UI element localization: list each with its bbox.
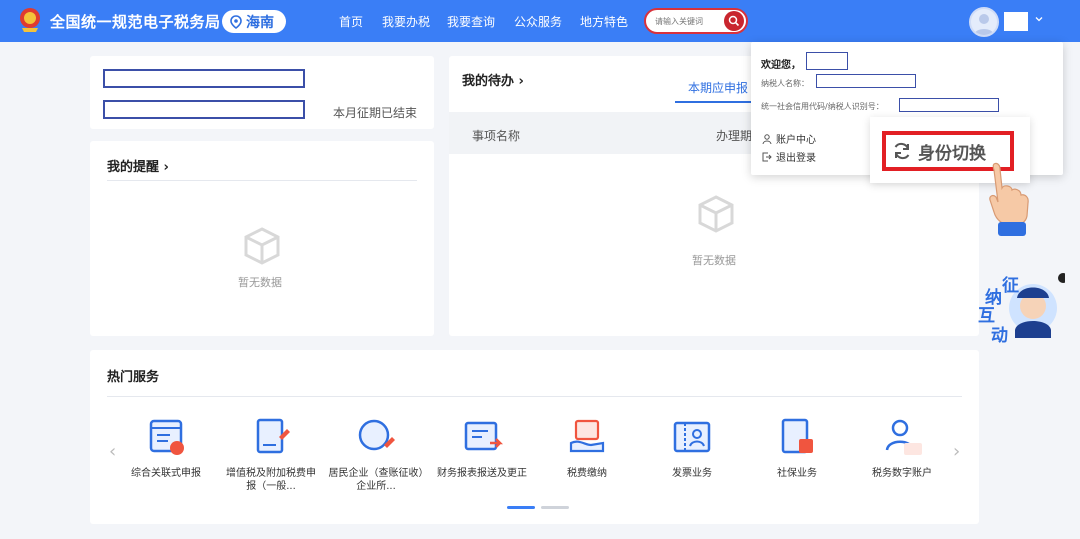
account-center-link[interactable]: 账户中心 — [762, 131, 816, 146]
search-icon — [728, 15, 740, 27]
search-button[interactable] — [724, 11, 744, 31]
mascot-char: 动 — [991, 326, 1008, 346]
mascot-char: 征 — [1002, 276, 1019, 296]
nav-home[interactable]: 首页 — [339, 13, 363, 30]
taxpayer-name-label: 纳税人名称： — [761, 79, 809, 88]
service-invoice[interactable]: 发票业务 — [644, 415, 740, 480]
user-avatar[interactable] — [969, 7, 999, 37]
logout-icon — [762, 152, 772, 161]
reminders-empty-text: 暂无数据 — [238, 276, 282, 289]
reminders-title[interactable]: 我的提醒 › — [107, 156, 169, 175]
digital-account-icon — [885, 419, 922, 455]
welcome-text: 欢迎您， — [761, 60, 801, 71]
top-navigation-bar: 全国统一规范电子税务局 海南 首页 我要办税 我要查询 公众服务 地方特色 — [0, 0, 1080, 42]
form-icon — [149, 419, 184, 455]
carousel-indicator-active[interactable] — [507, 506, 535, 509]
service-label: 税务数字账户 — [872, 468, 932, 479]
service-social-security[interactable]: 社保业务 — [749, 415, 845, 480]
todo-title[interactable]: 我的待办 › — [462, 70, 524, 89]
chevron-right-icon: › — [163, 160, 169, 175]
user-icon — [762, 133, 772, 144]
chevron-down-icon[interactable] — [1034, 14, 1044, 24]
hot-services-title: 热门服务 — [107, 370, 160, 385]
search-input[interactable] — [655, 14, 719, 28]
service-enterprise-income-tax[interactable]: 居民企业（查账征收）企业所... — [328, 415, 424, 493]
service-vat-filing[interactable]: 增值税及附加税费申报（一般... — [223, 415, 319, 493]
report-icon — [464, 421, 504, 451]
carousel-next-button[interactable]: › — [953, 441, 960, 462]
refresh-icon — [894, 143, 910, 159]
user-name-redacted — [806, 52, 848, 70]
region-label: 海南 — [246, 14, 274, 31]
account-center-label: 账户中心 — [776, 135, 816, 146]
nav-query[interactable]: 我要查询 — [447, 13, 495, 30]
region-selector[interactable]: 海南 — [222, 10, 286, 33]
taxpayer-info-redacted — [103, 69, 305, 88]
nav-handle-tax[interactable]: 我要办税 — [382, 13, 430, 30]
invoice-icon — [673, 421, 711, 453]
todo-empty-text: 暂无数据 — [692, 254, 736, 267]
user-avatar-icon — [974, 14, 994, 35]
service-label: 综合关联式申报 — [131, 468, 201, 479]
empty-box-icon — [698, 195, 734, 233]
carousel-prev-button[interactable]: ‹ — [109, 441, 116, 462]
nav-local-features[interactable]: 地方特色 — [580, 13, 628, 30]
payment-icon — [569, 419, 605, 453]
todo-title-text: 我的待办 — [462, 74, 515, 89]
user-name-redacted[interactable] — [1004, 12, 1028, 31]
identity-switch-label: 身份切换 — [918, 143, 986, 164]
filing-period-status: 本月征期已结束 — [333, 106, 418, 120]
service-label: 发票业务 — [672, 468, 712, 479]
carousel-indicator[interactable] — [541, 506, 569, 509]
credit-code-redacted — [899, 98, 999, 112]
taxpayer-name-redacted — [816, 74, 916, 88]
service-label: 居民企业（查账征收）企业所... — [328, 468, 424, 492]
vat-icon — [256, 418, 290, 454]
search-box — [644, 8, 748, 34]
column-deadline: 办理期 — [716, 129, 753, 143]
service-financial-report[interactable]: 财务报表报送及更正 — [434, 415, 530, 480]
service-label: 社保业务 — [777, 468, 817, 479]
location-pin-icon — [230, 14, 242, 29]
divider — [107, 396, 962, 397]
service-label: 增值税及附加税费申报（一般... — [226, 468, 316, 492]
service-comprehensive-filing[interactable]: 综合关联式申报 — [118, 415, 214, 480]
logout-link[interactable]: 退出登录 — [762, 149, 816, 164]
reminders-title-text: 我的提醒 — [107, 160, 160, 175]
nav-public-service[interactable]: 公众服务 — [514, 13, 562, 30]
tax-interaction-mascot[interactable]: 征 纳 互 动 — [975, 268, 1068, 346]
social-security-icon — [781, 418, 813, 454]
divider — [107, 180, 417, 181]
tab-active-indicator — [675, 101, 757, 103]
service-tax-payment[interactable]: 税费缴纳 — [539, 415, 635, 480]
chevron-right-icon: › — [518, 74, 524, 89]
empty-box-icon — [244, 227, 280, 265]
service-label: 税费缴纳 — [567, 468, 607, 479]
logout-label: 退出登录 — [776, 153, 816, 164]
service-digital-account[interactable]: 税务数字账户 — [854, 415, 950, 480]
service-label: 财务报表报送及更正 — [437, 468, 527, 479]
tab-current-period-filing[interactable]: 本期应申报 — [688, 79, 748, 96]
taxpayer-id-redacted — [103, 100, 305, 119]
column-item-name: 事项名称 — [472, 129, 521, 143]
credit-code-label: 统一社会信用代码/纳税人识别号： — [761, 102, 884, 111]
tax-emblem-logo — [20, 8, 40, 32]
site-title[interactable]: 全国统一规范电子税务局 — [50, 11, 221, 32]
enterprise-icon — [358, 419, 395, 451]
pointing-hand-icon — [989, 162, 1029, 236]
